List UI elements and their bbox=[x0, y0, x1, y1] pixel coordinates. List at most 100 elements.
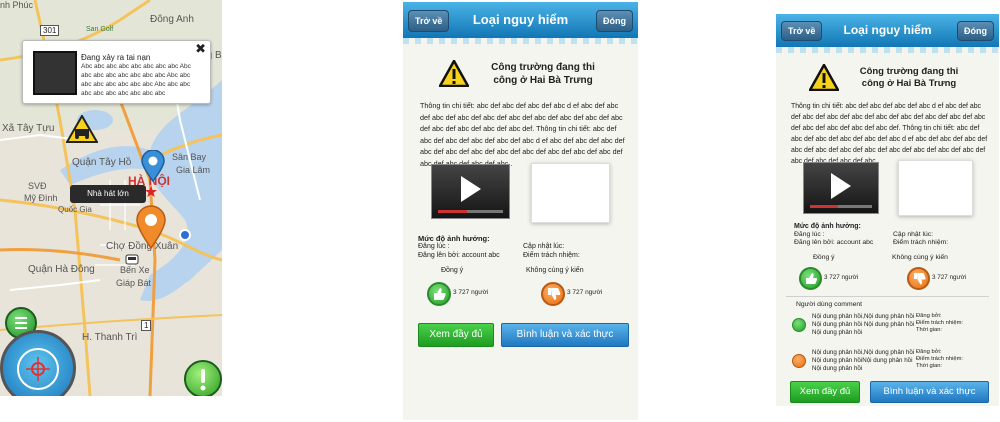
thumbs-up-icon bbox=[434, 288, 446, 300]
map-label: Xã Tây Tựu bbox=[2, 123, 55, 134]
hazard-title: Công trường đang thi công ở Hai Bà Trưng bbox=[473, 61, 613, 87]
comments-header: Người dùng comment bbox=[796, 301, 863, 308]
thumbs-up-button[interactable] bbox=[799, 267, 822, 290]
map-label: Sân Bay bbox=[172, 152, 207, 162]
map-label: Giáp Bát bbox=[116, 278, 152, 288]
comment-line: Nội dung phản hồi bbox=[812, 365, 863, 372]
incident-description: Abc abc abc abc abc abc abc abc Abc abc … bbox=[81, 63, 191, 97]
speedometer-button[interactable] bbox=[0, 330, 76, 396]
incident-popup[interactable]: Đang xảy ra tai nạn Abc abc abc abc abc … bbox=[22, 40, 211, 104]
map-label: San Golf bbox=[86, 26, 114, 33]
thumbs-down-button[interactable] bbox=[541, 282, 565, 306]
updated-time: Cập nhật lúc: bbox=[523, 243, 565, 250]
thumbs-down-button[interactable] bbox=[907, 267, 930, 290]
agree-count: 3 727 người bbox=[453, 289, 489, 296]
comment-item[interactable]: Nội dung phản hồi,Nội dung phản hồi Nội … bbox=[776, 348, 999, 380]
gps-dot-icon bbox=[179, 229, 191, 241]
map-label: Mỹ Đình bbox=[24, 193, 58, 203]
close-button[interactable]: Đóng bbox=[596, 10, 633, 32]
accident-warning-icon[interactable] bbox=[66, 115, 98, 143]
image-placeholder[interactable] bbox=[898, 160, 973, 216]
map-label: H. Thanh Trì bbox=[82, 332, 138, 343]
comment-line: Nội dung phản hồiNội dung phản hồi bbox=[812, 357, 913, 364]
thumbs-up-icon bbox=[806, 273, 818, 285]
alert-button[interactable] bbox=[184, 360, 222, 396]
hazard-detail-comments-screen: Loại nguy hiểm Trở về Đóng Công trường đ… bbox=[776, 14, 999, 406]
thumbs-up-icon bbox=[792, 318, 806, 332]
comment-responsibility: Điểm trách nhiệm: bbox=[916, 320, 964, 326]
warning-icon bbox=[439, 60, 469, 87]
detail-text: Thông tin chi tiết: abc def abc def abc … bbox=[791, 103, 988, 165]
play-icon bbox=[831, 172, 851, 199]
road-shield: 1 bbox=[141, 320, 152, 331]
comment-posted-by: Đăng bởi: bbox=[916, 349, 942, 355]
map-label: Quốc Gia bbox=[58, 205, 92, 214]
header-edge bbox=[403, 38, 638, 44]
map-label: SVĐ bbox=[28, 181, 47, 191]
comment-line: Nội dung phản hồi,Nội dung phản hồi bbox=[812, 349, 915, 356]
comment-responsibility: Điểm trách nhiệm: bbox=[916, 356, 964, 362]
impact-label: Mức độ ảnh hưởng: bbox=[418, 234, 490, 243]
hazard-title: Công trường đang thi công ở Hai Bà Trưng bbox=[840, 66, 978, 90]
incident-title: Đang xảy ra tai nạn bbox=[81, 53, 151, 62]
hazard-title-line2: công ở Hai Bà Trưng bbox=[861, 78, 957, 89]
place-tooltip: Nhà hát lớn bbox=[70, 185, 146, 203]
agree-count: 3 727 người bbox=[824, 274, 859, 281]
image-placeholder[interactable] bbox=[531, 163, 610, 223]
map-label: Bến Xe bbox=[120, 265, 150, 275]
thumbs-down-icon bbox=[914, 273, 926, 285]
map-screen[interactable]: Đông Anh San Golf Long Bi nh Phúc Xã Tây… bbox=[0, 0, 222, 396]
video-thumbnail[interactable] bbox=[431, 164, 510, 219]
comment-verify-button[interactable]: Bình luận và xác thực bbox=[870, 381, 989, 403]
exclamation-icon bbox=[200, 369, 206, 391]
comment-line: Nội dung phản hồi bbox=[812, 329, 863, 336]
header-edge bbox=[776, 47, 999, 53]
hazard-detail-screen: Loại nguy hiểm Trở về Đóng Công trường đ… bbox=[403, 2, 638, 420]
play-icon bbox=[460, 175, 481, 202]
video-progress bbox=[810, 205, 872, 208]
comment-line: Nội dung phản hồi,Nội dung phản hồi bbox=[812, 313, 915, 320]
comment-item[interactable]: Nội dung phản hồi,Nội dung phản hồi Nội … bbox=[776, 312, 999, 344]
hazard-title-line2: công ở Hai Bà Trưng bbox=[493, 75, 593, 86]
map-label: nh Phúc bbox=[0, 0, 34, 10]
posted-time: Đăng lúc : bbox=[794, 231, 825, 238]
map-label: Quận Hà Đông bbox=[28, 264, 95, 275]
divider bbox=[786, 296, 989, 297]
video-thumbnail[interactable] bbox=[803, 162, 879, 214]
thumbs-down-icon bbox=[548, 288, 561, 300]
thumbs-up-button[interactable] bbox=[427, 282, 451, 306]
comment-time: Thời gian: bbox=[916, 327, 943, 333]
close-icon[interactable]: ✖ bbox=[195, 41, 206, 57]
speedometer-icon bbox=[17, 348, 59, 390]
map-label: Đông Anh bbox=[150, 14, 194, 25]
back-button[interactable]: Trở về bbox=[781, 21, 823, 41]
hazard-title-line1: Công trường đang thi bbox=[491, 62, 595, 73]
thumbs-down-icon bbox=[792, 354, 806, 368]
disagree-count: 3 727 người bbox=[932, 274, 967, 281]
header-bar: Loại nguy hiểm Trở về Đóng bbox=[776, 14, 999, 47]
orange-marker-icon[interactable] bbox=[135, 205, 167, 249]
star-icon bbox=[145, 186, 157, 197]
view-full-button[interactable]: Xem đầy đủ bbox=[418, 323, 494, 347]
view-full-button[interactable]: Xem đầy đủ bbox=[790, 381, 860, 403]
disagree-label: Không cùng ý kiến bbox=[526, 267, 584, 274]
detail-text: Thông tin chi tiết: abc def abc def abc … bbox=[420, 101, 625, 168]
comment-posted-by: Đăng bởi: bbox=[916, 313, 942, 319]
agree-label: Đồng ý bbox=[441, 267, 464, 274]
responsibility-score: Điểm trách nhiệm: bbox=[893, 239, 949, 246]
back-button[interactable]: Trở về bbox=[408, 10, 450, 32]
incident-thumbnail bbox=[33, 51, 77, 95]
close-button[interactable]: Đóng bbox=[957, 21, 994, 41]
agree-label: Đồng ý bbox=[813, 254, 835, 261]
warning-icon bbox=[809, 64, 839, 91]
disagree-label: Không cùng ý kiến bbox=[892, 254, 948, 261]
map-label: Quận Tây Hồ bbox=[72, 157, 132, 168]
updated-time: Cập nhật lúc: bbox=[893, 231, 934, 238]
location-pin-icon[interactable] bbox=[141, 150, 165, 182]
bus-icon bbox=[125, 254, 139, 265]
disagree-count: 3 727 người bbox=[567, 289, 603, 296]
comment-verify-button[interactable]: Bình luận và xác thực bbox=[501, 323, 629, 347]
road-shield: 301 bbox=[40, 25, 60, 36]
header-bar: Loại nguy hiểm Trở về Đóng bbox=[403, 2, 638, 38]
impact-label: Mức độ ảnh hưởng: bbox=[794, 223, 861, 230]
